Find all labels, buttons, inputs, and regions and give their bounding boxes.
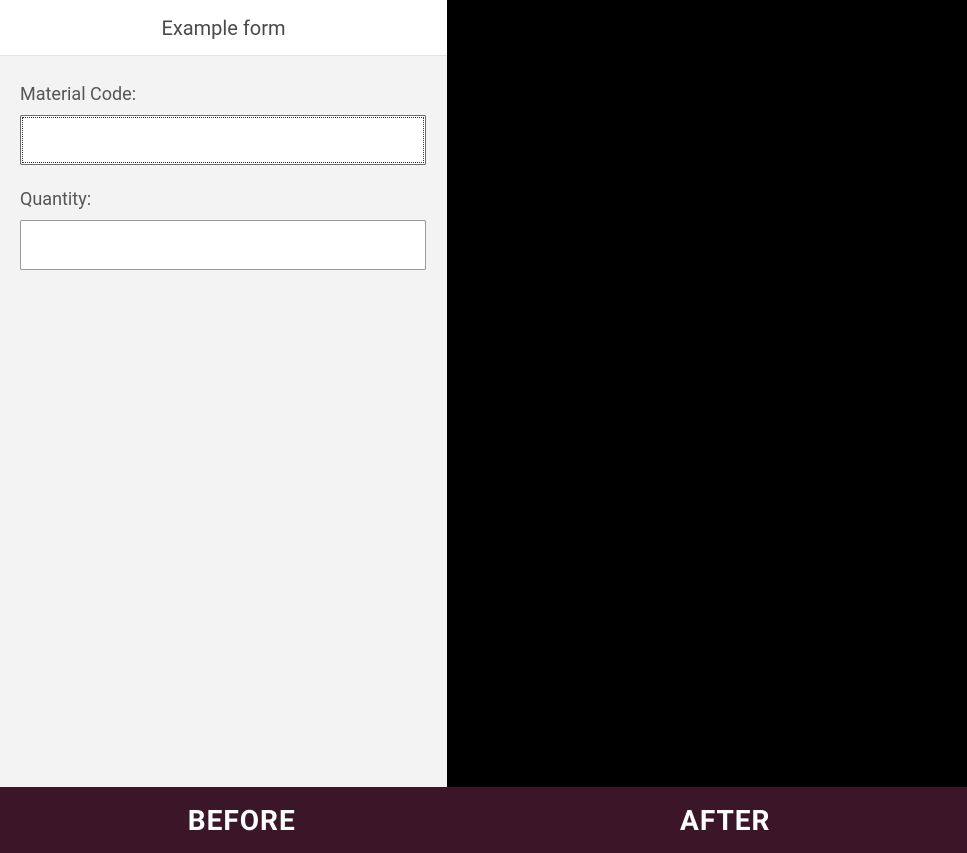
form-header: Example form <box>0 0 447 56</box>
footer-bar: BEFORE AFTER <box>0 787 967 853</box>
after-pane <box>447 0 967 787</box>
quantity-input[interactable] <box>20 220 426 270</box>
comparison-split: Example form Material Code: Quantity: <box>0 0 967 787</box>
after-label: AFTER <box>680 804 771 837</box>
field-group-material-code: Material Code: <box>20 84 427 165</box>
quantity-label: Quantity: <box>20 189 427 210</box>
footer-before: BEFORE <box>0 787 484 853</box>
material-code-input[interactable] <box>20 115 426 165</box>
before-pane: Example form Material Code: Quantity: <box>0 0 447 787</box>
before-label: BEFORE <box>188 804 296 837</box>
footer-after: AFTER <box>484 787 967 853</box>
material-code-label: Material Code: <box>20 84 427 105</box>
form-title: Example form <box>161 16 285 40</box>
form-body: Material Code: Quantity: <box>0 56 447 314</box>
field-group-quantity: Quantity: <box>20 189 427 270</box>
